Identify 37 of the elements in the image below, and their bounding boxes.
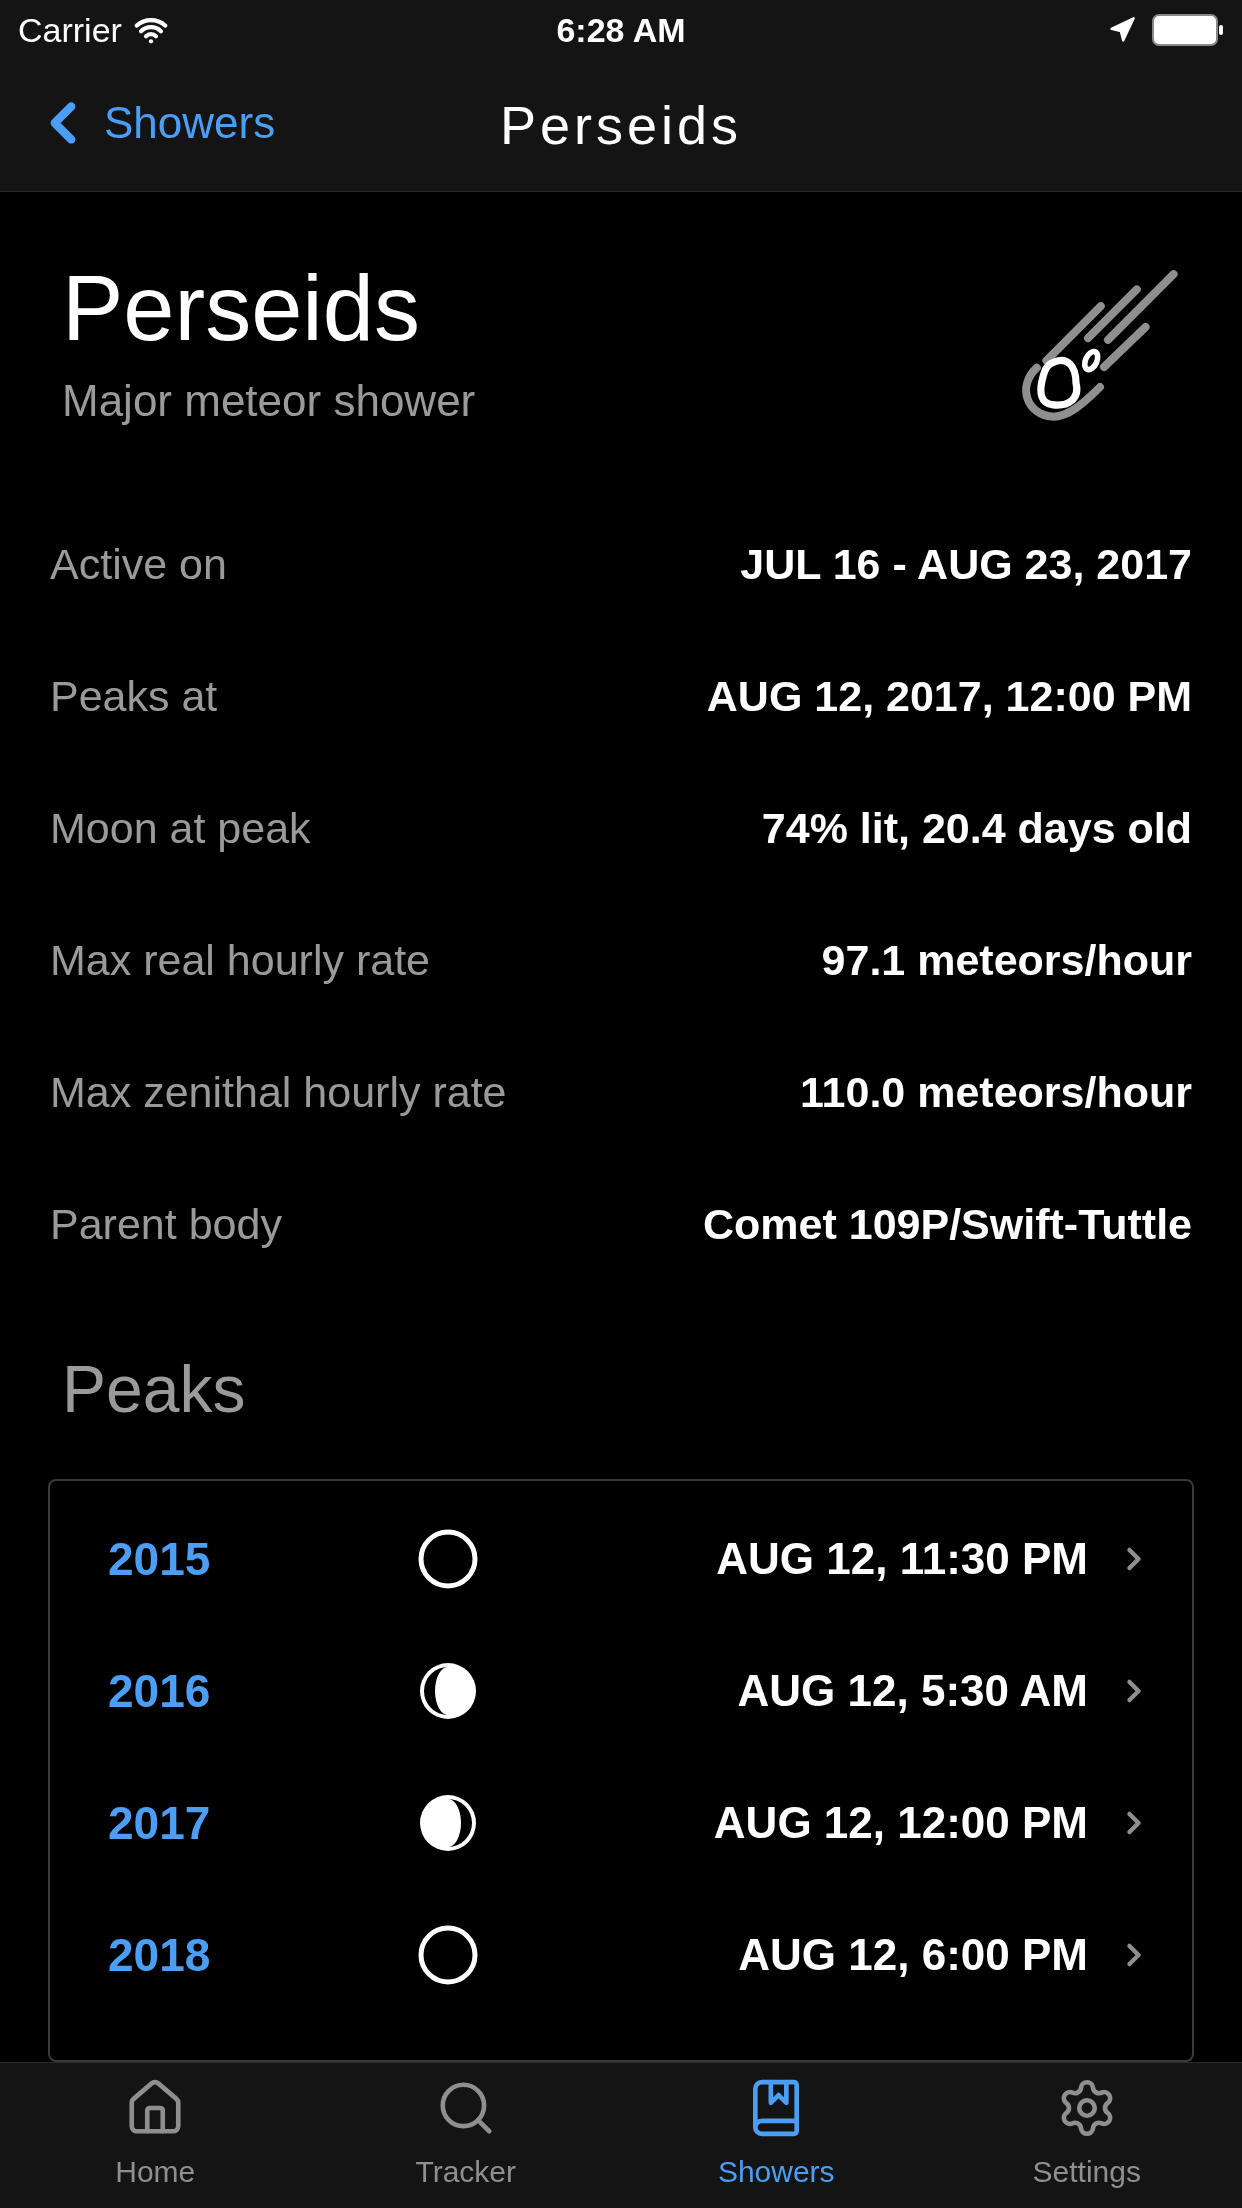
peak-date: AUG 12, 12:00 PM (712, 1797, 1088, 1849)
peak-row[interactable]: 2017 AUG 12, 12:00 PM (50, 1757, 1192, 1889)
tab-item[interactable]: Settings (931, 2063, 1242, 2208)
shower-subtitle: Major meteor shower (62, 375, 476, 427)
peak-year: 2018 (108, 1927, 212, 1983)
status-time: 6:28 AM (556, 9, 686, 51)
detail-value: AUG 12, 2017, 12:00 PM (706, 670, 1192, 722)
tab-item[interactable]: Tracker (310, 2063, 621, 2208)
detail-value: 110.0 meteors/hour (800, 1066, 1192, 1118)
peak-row[interactable]: 2015 AUG 12, 11:30 PM (50, 1493, 1192, 1625)
peak-row[interactable]: 2018 AUG 12, 6:00 PM (50, 1889, 1192, 2021)
peak-year: 2017 (108, 1795, 212, 1851)
detail-label: Active on (50, 538, 227, 590)
tab-item[interactable]: Home (0, 2063, 311, 2208)
peak-year: 2016 (108, 1663, 212, 1719)
detail-label: Moon at peak (50, 802, 311, 854)
nav-title: Perseids (499, 94, 743, 157)
peak-row[interactable]: 2016 AUG 12, 5:30 AM (50, 1625, 1192, 1757)
detail-label: Parent body (50, 1198, 282, 1250)
peak-date: AUG 12, 5:30 AM (736, 1665, 1088, 1717)
peak-date: AUG 12, 6:00 PM (737, 1929, 1088, 1981)
detail-label: Max real hourly rate (50, 934, 430, 986)
detail-label: Peaks at (50, 670, 218, 722)
detail-value: JUL 16 - AUG 23, 2017 (740, 538, 1192, 590)
section-heading: Peaks (61, 1351, 247, 1428)
shower-title: Perseids (62, 262, 421, 354)
peak-date: AUG 12, 11:30 PM (715, 1533, 1088, 1585)
back-button[interactable]: Showers (30, 90, 276, 156)
battery-icon (1152, 14, 1224, 46)
peak-year: 2015 (108, 1531, 212, 1587)
detail-value: 97.1 meteors/hour (821, 934, 1192, 986)
detail-value: Comet 109P/Swift-Tuttle (703, 1198, 1192, 1250)
detail-label: Max zenithal hourly rate (50, 1066, 507, 1118)
carrier-label: Carrier (18, 9, 122, 51)
detail-value: 74% lit, 20.4 days old (761, 802, 1192, 854)
location-icon (1108, 16, 1136, 44)
tab-item[interactable]: Showers (621, 2063, 932, 2208)
